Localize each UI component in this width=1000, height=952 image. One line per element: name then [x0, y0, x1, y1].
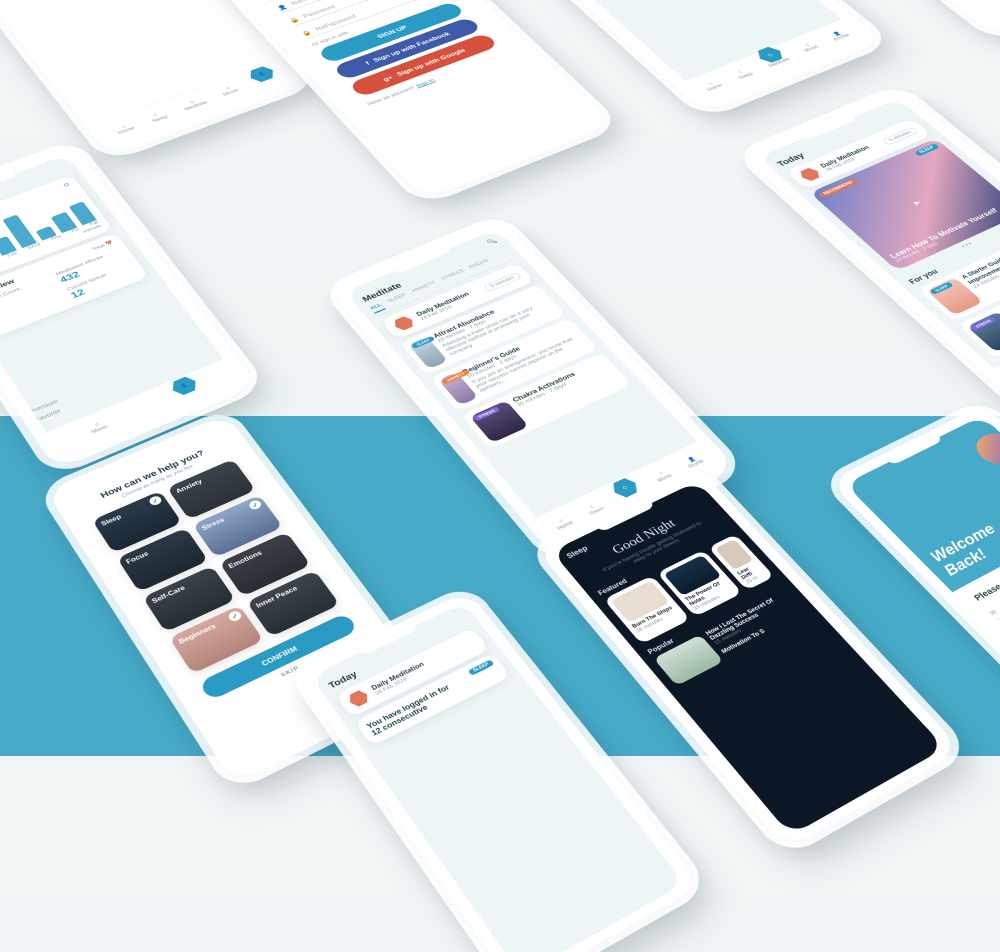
meditation-hex-icon [346, 688, 372, 708]
mail-icon: ✉︎ [988, 608, 999, 617]
profile-hex-icon: 👤 [245, 64, 278, 84]
nav-sleep[interactable]: ☾Sleep [148, 110, 169, 123]
nav-profile[interactable]: 👤 [252, 72, 278, 84]
nav-meditate[interactable]: ◇Meditate [762, 52, 792, 68]
welcome-title: WelcomeBack! [927, 489, 1000, 579]
nav-music[interactable]: ♫Music [219, 85, 240, 97]
meditation-hex-icon [797, 166, 823, 182]
meditation-hex-icon [391, 315, 417, 332]
tab-all[interactable]: ALL [369, 303, 385, 314]
tab-sleep[interactable]: SLEEP [387, 293, 410, 307]
tab-focus[interactable]: FOCUS [468, 258, 492, 272]
nav-profile[interactable]: 👤Profile [828, 29, 851, 42]
nav-music[interactable]: ♫Music [799, 41, 820, 53]
check-icon: ✓ [227, 610, 243, 623]
nav-meditate[interactable]: ◇Meditate [180, 96, 208, 112]
nav-music[interactable]: ♫Music [88, 420, 109, 435]
play-icon[interactable]: ▶ [912, 199, 922, 206]
phone-today: Today Daily Meditation26 Feb 2019 5 minu… [742, 89, 1000, 406]
lock-icon: 🔒 [300, 29, 313, 37]
bottom-nav: ⌂Home ☾Sleep ◇Meditate ♫Music 👤 [99, 60, 294, 146]
lock-icon: 🔒 [288, 17, 301, 25]
nav-home[interactable]: ⌂Home [114, 122, 136, 135]
nav-profile[interactable]: 👤Profile [683, 453, 706, 469]
user-icon: 👤 [276, 4, 289, 11]
nav-home[interactable]: ⌂Home [702, 80, 724, 93]
tag-sleep: SLEEP [914, 143, 940, 156]
duration-badge: 5 minutes [881, 126, 919, 145]
illustration [968, 428, 1000, 470]
check-icon: ✓ [247, 499, 263, 511]
nav-sleep[interactable]: ☾Sleep [732, 67, 754, 80]
signin-link[interactable]: Sign In [415, 78, 436, 88]
duration-badge: 5 minutes [482, 272, 522, 293]
check-icon: ✓ [148, 495, 164, 507]
nav-profile[interactable]: 👤 [174, 383, 200, 397]
